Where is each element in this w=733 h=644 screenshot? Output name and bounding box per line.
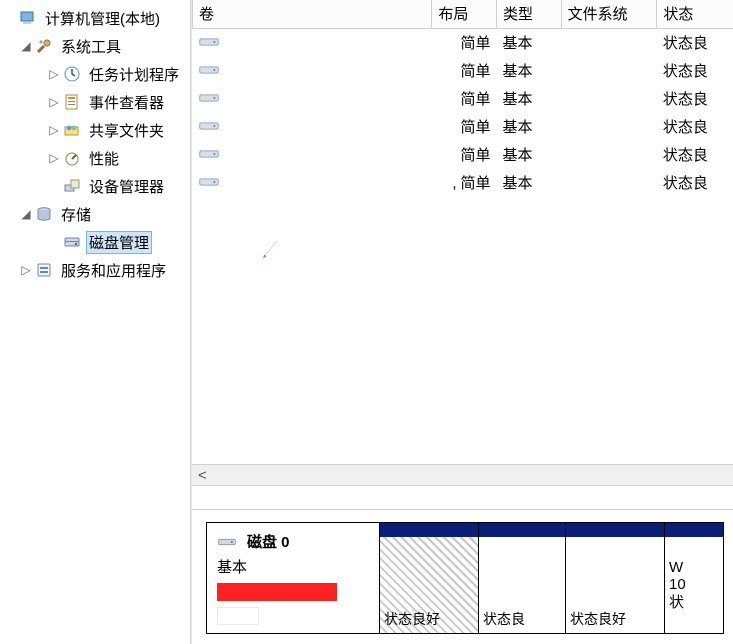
cell-status: 状态良: [657, 84, 733, 112]
tree-label: 系统工具: [58, 35, 124, 58]
volumes-table[interactable]: 卷 布局 类型 文件系统 状态 简单基本状态良简单基本状态良简单基本状态良简单基…: [192, 0, 733, 196]
tree-performance[interactable]: ▷ 性能: [0, 144, 190, 172]
event-viewer-icon: [62, 92, 82, 112]
partition[interactable]: 状态良好: [565, 522, 665, 634]
table-row[interactable]: 简单基本 状态良: [193, 56, 733, 84]
tools-icon: [34, 36, 54, 56]
tree-label: 共享文件夹: [86, 119, 167, 142]
partition-status: 状态良: [483, 609, 561, 629]
disk-header[interactable]: 磁盘 0 基本: [206, 522, 380, 634]
tree-label: 存储: [58, 203, 94, 226]
expand-icon[interactable]: ▷: [46, 151, 62, 165]
services-icon: [34, 260, 54, 280]
table-row[interactable]: 简单基本 状态良: [193, 112, 733, 140]
tree-root-computer-management[interactable]: 计算机管理(本地): [0, 4, 190, 32]
expand-icon[interactable]: ▷: [46, 67, 62, 81]
cell-status: 状态良: [657, 140, 733, 168]
navigation-tree[interactable]: 计算机管理(本地) ◢ 系统工具 ▷: [0, 0, 191, 644]
device-manager-icon: [62, 176, 82, 196]
col-type[interactable]: 类型: [497, 0, 562, 28]
disk-icon: [217, 532, 237, 552]
tree-device-manager[interactable]: 设备管理器: [0, 172, 190, 200]
disk-type: 基本: [217, 556, 369, 577]
collapse-icon[interactable]: ◢: [18, 207, 34, 221]
expand-icon[interactable]: ▷: [46, 123, 62, 137]
performance-icon: [62, 148, 82, 168]
shared-folders-icon: [62, 120, 82, 140]
tree-systools[interactable]: ◢ 系统工具: [0, 32, 190, 60]
cell-type: 基本: [497, 56, 562, 84]
partition[interactable]: W 10 状: [664, 522, 724, 634]
partition[interactable]: 状态良好: [379, 522, 479, 634]
collapse-icon[interactable]: ◢: [18, 39, 34, 53]
scroll-left-icon[interactable]: <: [198, 467, 207, 484]
tree-label: 性能: [86, 147, 122, 170]
table-row[interactable]: ,简单基本 状态良: [193, 168, 733, 196]
redacted-capacity: [217, 583, 337, 601]
cell-layout: 简单: [432, 112, 497, 140]
cell-status: 状态良: [657, 28, 733, 56]
tree-label: 磁盘管理: [86, 231, 152, 254]
tree-event-viewer[interactable]: ▷ 事件查看器: [0, 88, 190, 116]
col-status[interactable]: 状态: [657, 0, 733, 28]
cell-layout: 简单: [432, 84, 497, 112]
cell-status: 状态良: [657, 168, 733, 196]
tree-task-scheduler[interactable]: ▷ 任务计划程序: [0, 60, 190, 88]
cell-status: 状态良: [657, 112, 733, 140]
cell-layout: 简单: [432, 140, 497, 168]
tree-label: 事件查看器: [86, 91, 167, 114]
disk-title: 磁盘 0: [247, 531, 290, 552]
tree-label: 任务计划程序: [86, 63, 182, 86]
cell-layout: 简单: [432, 28, 497, 56]
clock-icon: [62, 64, 82, 84]
tree-disk-management[interactable]: 磁盘管理: [0, 228, 190, 256]
storage-icon: [34, 204, 54, 224]
drive-icon: [199, 172, 219, 192]
partition[interactable]: 状态良: [478, 522, 566, 634]
col-fs[interactable]: 文件系统: [561, 0, 657, 28]
partition-status: 状态良好: [570, 609, 660, 629]
cell-status: 状态良: [657, 56, 733, 84]
cell-type: 基本: [497, 140, 562, 168]
expand-icon[interactable]: ▷: [46, 95, 62, 109]
partition-label: W 10 状: [669, 559, 719, 611]
col-volume[interactable]: 卷: [193, 0, 432, 28]
cell-layout: ,简单: [432, 168, 497, 196]
expand-icon[interactable]: ▷: [18, 263, 34, 277]
drive-icon: [199, 116, 219, 136]
cell-layout: 简单: [432, 56, 497, 84]
drive-icon: [199, 88, 219, 108]
drive-icon: [199, 32, 219, 52]
disk-map: 磁盘 0 基本 状态良好 状态良 状态良好: [192, 510, 733, 644]
col-layout[interactable]: 布局: [432, 0, 497, 28]
tree-shared-folders[interactable]: ▷ 共享文件夹: [0, 116, 190, 144]
drive-icon: [199, 60, 219, 80]
tree-services-apps[interactable]: ▷ 服务和应用程序: [0, 256, 190, 284]
tree-label: 设备管理器: [86, 175, 167, 198]
drive-icon: [199, 144, 219, 164]
table-row[interactable]: 简单基本 状态良: [193, 84, 733, 112]
cell-type: 基本: [497, 84, 562, 112]
partition-status: 状态良好: [384, 609, 474, 629]
redacted-online: [217, 607, 259, 625]
disk-management-icon: [62, 232, 82, 252]
tree-label: 服务和应用程序: [58, 259, 169, 282]
table-row[interactable]: 简单基本 状态良: [193, 28, 733, 56]
tree-storage[interactable]: ◢ 存储: [0, 200, 190, 228]
cell-type: 基本: [497, 28, 562, 56]
table-row[interactable]: 简单基本 状态良: [193, 140, 733, 168]
tree-label: 计算机管理(本地): [42, 7, 163, 30]
cell-type: 基本: [497, 168, 562, 196]
horizontal-scrollbar[interactable]: <: [192, 464, 733, 486]
computer-icon: [18, 8, 38, 28]
cell-type: 基本: [497, 112, 562, 140]
